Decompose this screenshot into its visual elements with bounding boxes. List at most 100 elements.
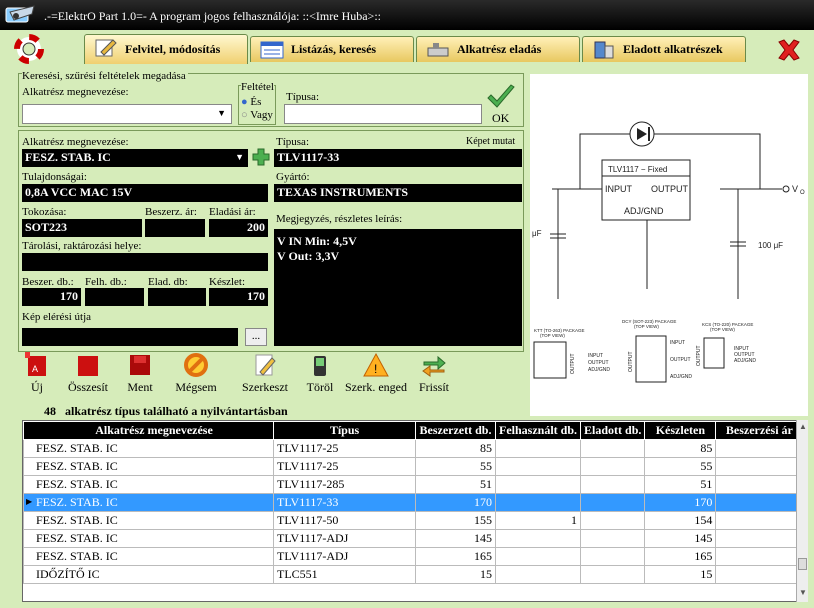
chip-name: TLV1117 − Fixed <box>608 165 667 174</box>
vo-subscript: O <box>800 190 805 196</box>
scroll-thumb[interactable] <box>798 558 807 570</box>
tab-label: Alkatrész eladás <box>457 42 542 56</box>
radio-or-label: Vagy <box>250 109 273 121</box>
used-field[interactable] <box>85 288 144 306</box>
table-cell <box>715 565 804 584</box>
name-combo[interactable]: FESZ. STAB. IC ▼ <box>22 149 248 167</box>
table-row[interactable]: FESZ. STAB. IC TLV1117-25 55 55 <box>23 457 804 476</box>
column-header[interactable]: Beszerzett db. <box>415 421 496 440</box>
buy-price-label: Beszerz. ár: <box>145 206 197 218</box>
sold-field[interactable] <box>148 288 206 306</box>
pkg1-pin-input: INPUT <box>588 353 603 359</box>
tab-listazas[interactable]: Listázás, keresés <box>250 36 414 62</box>
table-row[interactable]: ▶ FESZ. STAB. IC TLV1117-33 170 170 <box>23 493 804 512</box>
checkmark-icon[interactable] <box>486 84 516 110</box>
close-icon[interactable] <box>776 38 802 62</box>
tab-eladas[interactable]: Alkatrész eladás <box>416 36 580 62</box>
used-label: Felh. db.: <box>85 276 127 288</box>
show-image-link[interactable]: Képet mutat <box>466 136 515 147</box>
table-cell: FESZ. STAB. IC <box>23 529 274 548</box>
column-header[interactable]: Eladott db. <box>580 421 646 440</box>
table-cell: 145 <box>644 529 717 548</box>
row-pointer-icon: ▶ <box>26 497 33 506</box>
new-button[interactable]: A Új <box>22 352 52 395</box>
ok-label[interactable]: OK <box>492 111 509 126</box>
note-field[interactable]: V IN Min: 4,5V V Out: 3,3V <box>274 229 522 346</box>
table-row[interactable]: IDŐZÍTŐ IC TLC551 15 15 <box>23 565 804 584</box>
pkg3-side-output: OUTPUT <box>696 345 702 366</box>
tab-felvitel[interactable]: Felvitel, módosítás <box>84 34 248 64</box>
table-row[interactable]: FESZ. STAB. IC TLV1117-ADJ 145 145 <box>23 529 804 548</box>
title-bar: .-=ElektrO Part 1.0=- A program jogos fe… <box>0 0 814 30</box>
imgpath-field[interactable] <box>22 328 238 346</box>
save-button[interactable]: Ment <box>120 352 160 395</box>
tab-label: Eladott alkatrészek <box>623 42 723 56</box>
storage-field[interactable] <box>22 253 268 271</box>
table-cell: FESZ. STAB. IC <box>23 439 274 458</box>
trash-icon <box>314 356 326 376</box>
delete-button[interactable]: Töröl <box>300 352 340 395</box>
package-label: Tokozása: <box>22 206 67 218</box>
table-row[interactable]: FESZ. STAB. IC TLV1117-50 155 1 154 <box>23 511 804 530</box>
chevron-down-icon[interactable]: ▼ <box>217 108 226 118</box>
sell-price-field[interactable]: 200 <box>209 219 268 237</box>
note-line: V Out: 3,3V <box>277 249 340 263</box>
name-value: FESZ. STAB. IC <box>25 150 111 164</box>
edit-button[interactable]: Szerkeszt <box>236 352 294 395</box>
parts-table[interactable]: Alkatrész megnevezése Típus Beszerzett db.… <box>22 420 808 602</box>
column-header[interactable]: Beszerzési ár <box>715 421 804 440</box>
bought-field[interactable]: 170 <box>22 288 81 306</box>
svg-text:!: ! <box>374 362 377 376</box>
table-cell: 85 <box>415 439 496 458</box>
search-name-combo[interactable]: ▼ <box>22 104 232 124</box>
search-type-input[interactable] <box>284 104 482 124</box>
allow-edit-button[interactable]: ! Szerk. enged <box>344 352 408 395</box>
chevron-down-icon[interactable]: ▼ <box>235 152 244 162</box>
scroll-up-icon[interactable]: ▲ <box>799 422 807 431</box>
table-cell: 55 <box>415 457 496 476</box>
table-scrollbar[interactable]: ▲ ▼ <box>796 420 808 602</box>
column-header[interactable]: Készleten <box>644 421 717 440</box>
stock-field[interactable]: 170 <box>209 288 268 306</box>
table-cell: 55 <box>644 457 717 476</box>
save-label: Ment <box>127 380 153 394</box>
search-type-label: Típusa: <box>286 91 319 103</box>
new-record-icon: A <box>25 352 46 376</box>
table-cell: FESZ. STAB. IC <box>23 547 274 566</box>
sold-parts-icon <box>594 41 614 59</box>
maker-field[interactable]: TEXAS INSTRUMENTS <box>274 184 522 202</box>
table-row[interactable]: FESZ. STAB. IC TLV1117-285 51 51 <box>23 475 804 494</box>
column-header[interactable]: Felhasznált db. <box>494 421 582 440</box>
table-cell: FESZ. STAB. IC <box>23 457 274 476</box>
maker-label: Gyártó: <box>276 171 310 183</box>
radio-or[interactable]: ○ Vagy <box>241 109 273 121</box>
table-row[interactable]: FESZ. STAB. IC TLV1117-25 85 85 <box>23 439 804 458</box>
column-header[interactable]: Típus <box>273 421 416 440</box>
table-cell <box>715 457 804 476</box>
add-plus-icon[interactable] <box>252 148 270 166</box>
column-header[interactable]: Alkatrész megnevezése <box>23 421 274 440</box>
refresh-button[interactable]: Frissít <box>414 352 454 395</box>
scroll-down-icon[interactable]: ▼ <box>799 588 807 597</box>
list-icon <box>260 41 284 59</box>
app-window: .-=ElektrO Part 1.0=- A program jogos fe… <box>0 0 814 608</box>
cancel-button[interactable]: Mégsem <box>170 352 222 395</box>
table-cell <box>580 547 646 566</box>
table-cell <box>580 493 646 512</box>
table-row[interactable]: FESZ. STAB. IC TLV1117-ADJ 165 165 <box>23 547 804 566</box>
props-field[interactable]: 0,8A VCC MAC 15V <box>22 184 268 202</box>
tab-eladott[interactable]: Eladott alkatrészek <box>582 36 746 62</box>
pkg2-pin-input: INPUT <box>670 340 685 346</box>
table-cell: 170 <box>415 493 496 512</box>
package-field[interactable]: SOT223 <box>22 219 142 237</box>
table-cell <box>715 547 804 566</box>
sum-button[interactable]: Összesít <box>63 352 113 395</box>
buy-price-field[interactable] <box>145 219 205 237</box>
help-lifebuoy-icon[interactable] <box>14 34 44 64</box>
radio-and[interactable]: ● És <box>241 96 261 108</box>
type-field[interactable]: TLV1117-33 <box>274 149 522 167</box>
table-cell <box>715 439 804 458</box>
pkg2-side-output: OUTPUT <box>628 351 634 372</box>
pkg2-view: (TOP VIEW) <box>634 324 659 329</box>
browse-button[interactable]: ... <box>245 328 267 346</box>
